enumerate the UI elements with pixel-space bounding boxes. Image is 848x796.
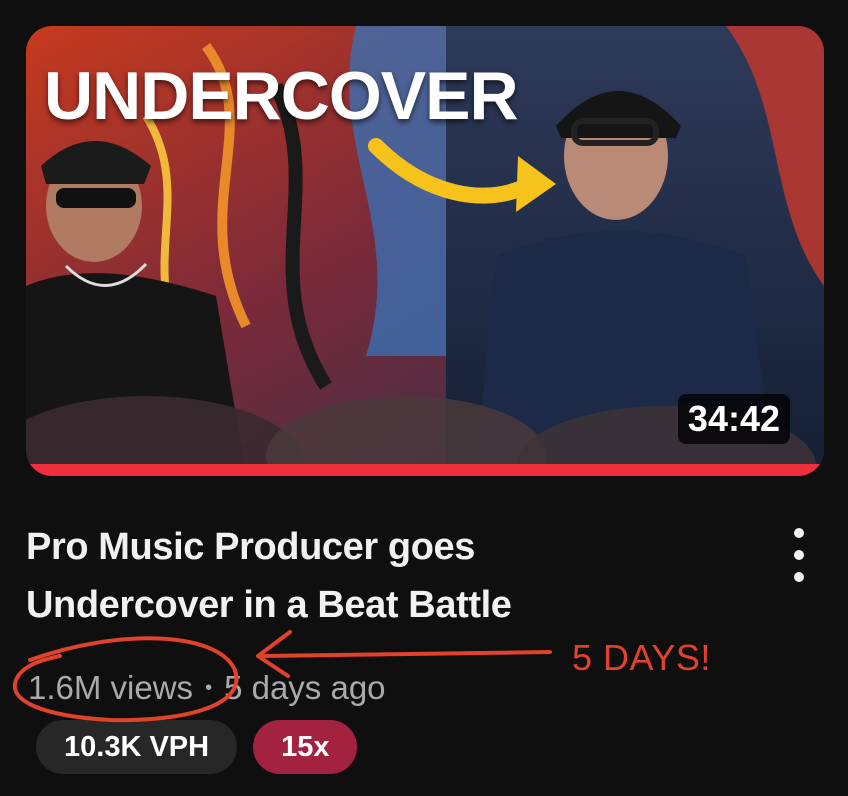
watch-progress-bar [26, 464, 824, 476]
more-vert-icon-dot [794, 550, 804, 560]
video-thumbnail[interactable]: UNDERCOVER 34:42 [26, 26, 824, 476]
video-title-line-2: Undercover in a Beat Battle [26, 584, 512, 626]
video-metadata: 1.6M views • 5 days ago [28, 666, 386, 710]
more-options-button[interactable] [782, 526, 816, 584]
multiplier-badge: 15x [253, 720, 358, 774]
video-title-line-1: Pro Music Producer goes [26, 526, 476, 568]
thumbnail-overlay-text: UNDERCOVER [44, 58, 519, 134]
watch-progress-fill [26, 464, 824, 476]
annotation-arrow-line [260, 650, 552, 658]
view-count: 1.6M views [28, 669, 194, 706]
video-title[interactable]: Pro Music Producer goes Undercover in a … [26, 518, 726, 634]
annotation-text: 5 DAYS! [572, 637, 711, 678]
stats-badges: 10.3K VPH 15x [36, 720, 358, 774]
vph-badge: 10.3K VPH [36, 720, 238, 774]
more-vert-icon [794, 528, 804, 538]
duration-badge: 34:42 [677, 394, 790, 444]
more-vert-icon-dot [794, 572, 804, 582]
upload-age: 5 days ago [224, 669, 386, 706]
meta-separator: • [205, 677, 213, 699]
